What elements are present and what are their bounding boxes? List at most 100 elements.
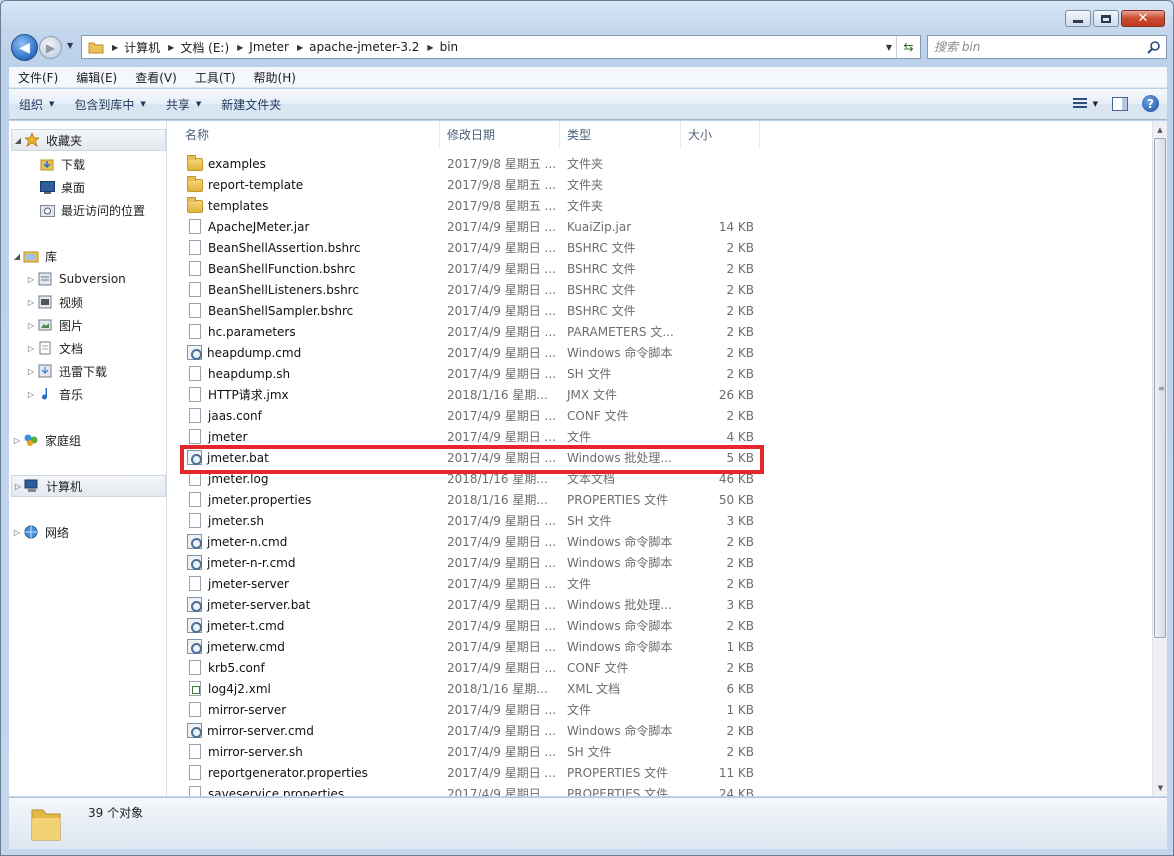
column-header-type[interactable]: 类型 <box>560 121 681 147</box>
file-row[interactable]: log4j2.xml 2018/1/16 星期... XML 文档 6 KB <box>168 678 768 699</box>
breadcrumb-separator-icon[interactable]: ▶ <box>237 43 243 52</box>
back-button[interactable]: ◀ <box>11 34 38 61</box>
file-row[interactable]: jmeterw.cmd 2017/4/9 星期日 ... Windows 命令脚本 1… <box>168 636 768 657</box>
file-row[interactable]: krb5.conf 2017/4/9 星期日 ... CONF 文件 2 KB <box>168 657 768 678</box>
expand-icon[interactable]: ▷ <box>25 275 37 284</box>
expand-icon[interactable]: ▷ <box>25 321 37 330</box>
vertical-scrollbar[interactable]: ▲ ≡ ▼ <box>1152 121 1167 796</box>
scroll-down-icon[interactable]: ▼ <box>1153 779 1168 796</box>
sidebar-item-favorites[interactable]: ◢ 收藏夹 <box>11 129 166 151</box>
file-row[interactable]: jmeter.log 2018/1/16 星期... 文本文档 46 KB <box>168 468 768 489</box>
preview-pane-button[interactable] <box>1112 96 1128 111</box>
close-button[interactable]: ✕ <box>1121 10 1165 27</box>
file-row[interactable]: hc.parameters 2017/4/9 星期日 ... PARAMETERS … <box>168 321 768 342</box>
file-row[interactable]: jmeter-t.cmd 2017/4/9 星期日 ... Windows 命令脚本… <box>168 615 768 636</box>
collapse-icon[interactable]: ◢ <box>11 252 23 261</box>
recent-pages-dropdown[interactable]: ▼ <box>67 41 73 50</box>
expand-icon[interactable]: ▷ <box>25 344 37 353</box>
file-row[interactable]: heapdump.sh 2017/4/9 星期日 ... SH 文件 2 KB <box>168 363 768 384</box>
file-row[interactable]: jmeter-server 2017/4/9 星期日 ... 文件 2 KB <box>168 573 768 594</box>
file-row[interactable]: examples 2017/9/8 星期五 ... 文件夹 <box>168 153 768 174</box>
file-row[interactable]: BeanShellAssertion.bshrc 2017/4/9 星期日 ...… <box>168 237 768 258</box>
address-dropdown-icon[interactable]: ▼ <box>886 43 892 52</box>
file-row[interactable]: jmeter-n-r.cmd 2017/4/9 星期日 ... Windows 命令… <box>168 552 768 573</box>
breadcrumb-item[interactable]: 文档 (E:) <box>180 39 229 56</box>
sidebar-item-libraries[interactable]: ◢ 库 <box>11 245 57 267</box>
breadcrumb-separator-icon[interactable]: ▶ <box>112 43 118 52</box>
sidebar-item-pictures[interactable]: ▷ 图片 <box>25 314 83 336</box>
minimize-button[interactable] <box>1065 10 1091 27</box>
breadcrumb-item[interactable]: apache-jmeter-3.2 <box>309 40 419 54</box>
menu-view[interactable]: 查看(V) <box>126 69 186 86</box>
expand-icon[interactable]: ▷ <box>12 482 24 491</box>
sidebar-item-network[interactable]: ▷ 网络 <box>11 521 69 543</box>
file-row[interactable]: mirror-server.sh 2017/4/9 星期日 ... SH 文件 2 K… <box>168 741 768 762</box>
breadcrumb-separator-icon[interactable]: ▶ <box>297 43 303 52</box>
file-row[interactable]: report-template 2017/9/8 星期五 ... 文件夹 <box>168 174 768 195</box>
file-row[interactable]: jaas.conf 2017/4/9 星期日 ... CONF 文件 2 KB <box>168 405 768 426</box>
file-row[interactable]: ApacheJMeter.jar 2017/4/9 星期日 ... KuaiZip.… <box>168 216 768 237</box>
file-row[interactable]: jmeter.properties 2018/1/16 星期... PROPERTI… <box>168 489 768 510</box>
organize-button[interactable]: 组织 ▼ <box>9 89 64 119</box>
sidebar-item-desktop[interactable]: 桌面 <box>39 176 85 198</box>
sidebar-item-recent[interactable]: 最近访问的位置 <box>39 199 145 221</box>
file-row[interactable]: heapdump.cmd 2017/4/9 星期日 ... Windows 命令脚本… <box>168 342 768 363</box>
breadcrumb-item[interactable]: bin <box>440 40 459 54</box>
file-row[interactable]: BeanShellListeners.bshrc 2017/4/9 星期日 ...… <box>168 279 768 300</box>
column-header-date[interactable]: 修改日期 <box>440 121 560 147</box>
forward-button[interactable]: ▶ <box>39 36 62 59</box>
breadcrumb-separator-icon[interactable]: ▶ <box>427 43 433 52</box>
sidebar-item-documents[interactable]: ▷ 文档 <box>25 337 83 359</box>
menu-file[interactable]: 文件(F) <box>9 69 67 86</box>
menu-tools[interactable]: 工具(T) <box>186 69 245 86</box>
breadcrumb-item[interactable]: Jmeter <box>249 40 289 54</box>
file-row[interactable]: jmeter-server.bat 2017/4/9 星期日 ... Windows… <box>168 594 768 615</box>
breadcrumb-separator-icon[interactable]: ▶ <box>168 43 174 52</box>
sidebar-item-music[interactable]: ▷ 音乐 <box>25 383 83 405</box>
column-header-name[interactable]: ⌃ 名称 <box>168 121 440 147</box>
breadcrumb-item[interactable]: 计算机 <box>124 39 160 56</box>
file-row[interactable]: HTTP请求.jmx 2018/1/16 星期... JMX 文件 26 KB <box>168 384 768 405</box>
file-row[interactable]: jmeter.sh 2017/4/9 星期日 ... SH 文件 3 KB <box>168 510 768 531</box>
search-input[interactable] <box>934 40 1124 54</box>
expand-icon[interactable]: ▷ <box>25 367 37 376</box>
sidebar-item-subversion[interactable]: ▷ Subversion <box>25 268 126 290</box>
refresh-button[interactable]: ⇆ <box>896 36 920 58</box>
expand-icon[interactable]: ▷ <box>25 390 37 399</box>
expand-icon[interactable]: ▷ <box>25 298 37 307</box>
file-row[interactable]: reportgenerator.properties 2017/4/9 星期日 .… <box>168 762 768 783</box>
file-row[interactable]: templates 2017/9/8 星期五 ... 文件夹 <box>168 195 768 216</box>
sidebar-item-thunder-downloads[interactable]: ▷ 迅雷下载 <box>25 360 107 382</box>
change-view-button[interactable]: ▼ <box>1072 98 1098 109</box>
file-row[interactable]: jmeter 2017/4/9 星期日 ... 文件 4 KB <box>168 426 768 447</box>
search-icon[interactable] <box>1147 40 1160 54</box>
file-row[interactable]: mirror-server.cmd 2017/4/9 星期日 ... Windows… <box>168 720 768 741</box>
include-library-button[interactable]: 包含到库中 ▼ <box>64 89 155 119</box>
sidebar-item-computer[interactable]: ▷ 计算机 <box>11 475 166 497</box>
search-box[interactable] <box>927 35 1167 59</box>
sidebar-item-downloads[interactable]: 下载 <box>39 153 85 175</box>
expand-icon[interactable]: ▷ <box>11 528 23 537</box>
sidebar-item-videos[interactable]: ▷ 视频 <box>25 291 83 313</box>
file-row[interactable]: saveservice.properties 2017/4/9 星期日 ... PR… <box>168 783 768 796</box>
maximize-button[interactable] <box>1093 10 1119 27</box>
help-button[interactable]: ? <box>1142 95 1159 112</box>
share-button[interactable]: 共享 ▼ <box>156 89 211 119</box>
scroll-up-icon[interactable]: ▲ <box>1153 121 1167 138</box>
column-header-size[interactable]: 大小 <box>681 121 760 147</box>
file-row[interactable]: jmeter-n.cmd 2017/4/9 星期日 ... Windows 命令脚本… <box>168 531 768 552</box>
address-bar[interactable]: ▶ 计算机 ▶ 文档 (E:) ▶ Jmeter ▶ apache-jmeter-3.2 ▶ bi… <box>81 35 921 59</box>
menu-help[interactable]: 帮助(H) <box>245 69 305 86</box>
file-row[interactable]: BeanShellFunction.bshrc 2017/4/9 星期日 ... B… <box>168 258 768 279</box>
collapse-icon[interactable]: ◢ <box>12 136 24 145</box>
menu-edit[interactable]: 编辑(E) <box>67 69 126 86</box>
file-name-cell: mirror-server <box>168 702 440 717</box>
expand-icon[interactable]: ▷ <box>11 436 23 445</box>
file-row[interactable]: mirror-server 2017/4/9 星期日 ... 文件 1 KB <box>168 699 768 720</box>
sidebar-item-homegroup[interactable]: ▷ 家庭组 <box>11 429 81 451</box>
file-row[interactable]: jmeter.bat 2017/4/9 星期日 ... Windows 批处理...… <box>168 447 768 468</box>
file-row[interactable]: BeanShellSampler.bshrc 2017/4/9 星期日 ... BS… <box>168 300 768 321</box>
scroll-thumb[interactable]: ≡ <box>1154 138 1166 638</box>
new-folder-button[interactable]: 新建文件夹 <box>211 89 291 119</box>
sidebar-item-label: 网络 <box>45 525 70 540</box>
